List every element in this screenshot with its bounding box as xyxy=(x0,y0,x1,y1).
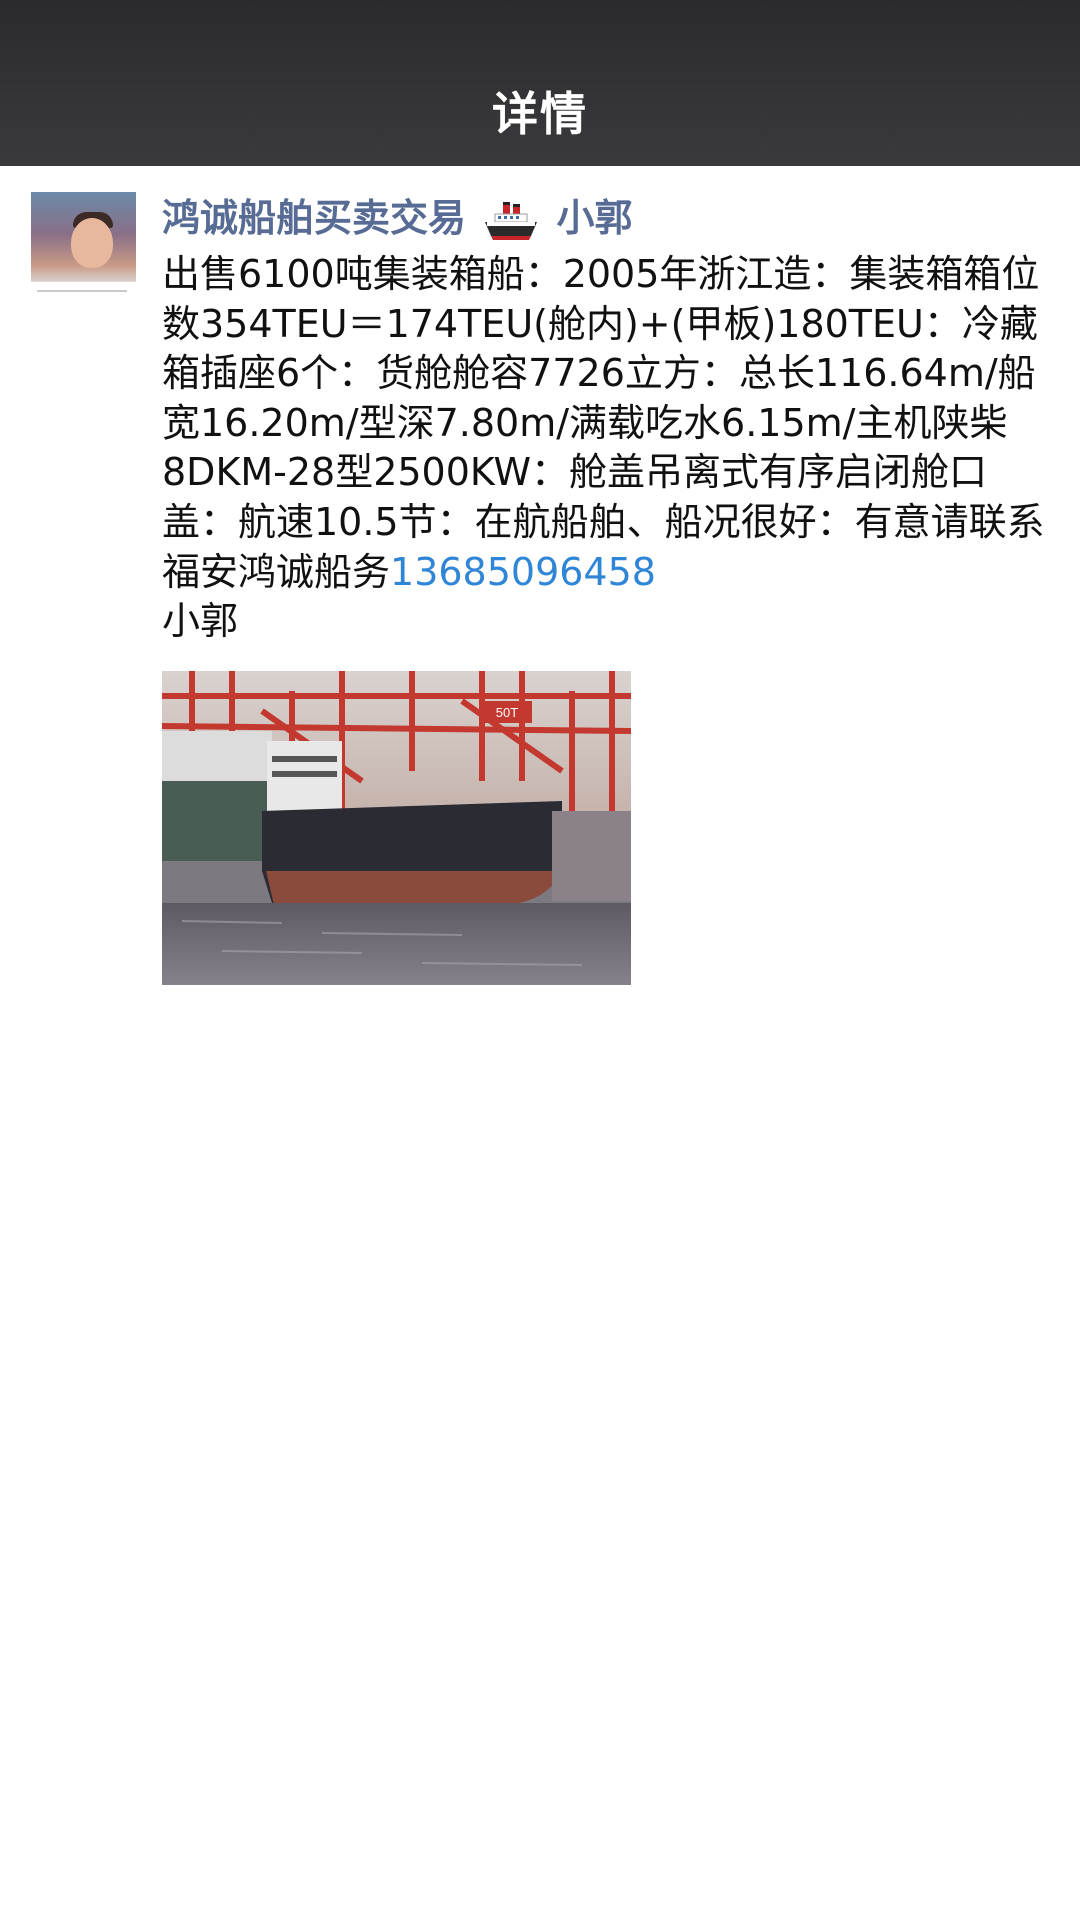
avatar[interactable] xyxy=(31,192,136,297)
post-photo[interactable]: 50T xyxy=(162,671,631,985)
crane-label: 50T xyxy=(496,705,518,720)
post-text: 出售6100吨集装箱船：2005年浙江造：集装箱箱位数354TEU＝174TEU… xyxy=(162,252,1045,594)
post-detail: 鸿诚船舶买卖交易 小郭 出售6100吨集装箱船：2005年浙江造：集装箱箱位数3… xyxy=(0,166,1080,1920)
author-name[interactable]: 鸿诚船舶买卖交易 小郭 xyxy=(162,192,633,244)
phone-link[interactable]: 13685096458 xyxy=(390,550,656,594)
post-signature: 小郭 xyxy=(162,599,239,644)
page-title: 详情 xyxy=(492,87,588,141)
nav-bar: 详情 xyxy=(0,0,1080,166)
ship-photo: 50T xyxy=(162,671,631,985)
post-content: 出售6100吨集装箱船：2005年浙江造：集装箱箱位数354TEU＝174TEU… xyxy=(162,250,1062,647)
author-name-suffix: 小郭 xyxy=(556,196,633,240)
author-name-prefix: 鸿诚船舶买卖交易 xyxy=(162,196,467,240)
avatar-face xyxy=(71,218,113,268)
avatar-caption-line xyxy=(37,290,127,292)
ship-emoji-icon xyxy=(485,201,538,240)
